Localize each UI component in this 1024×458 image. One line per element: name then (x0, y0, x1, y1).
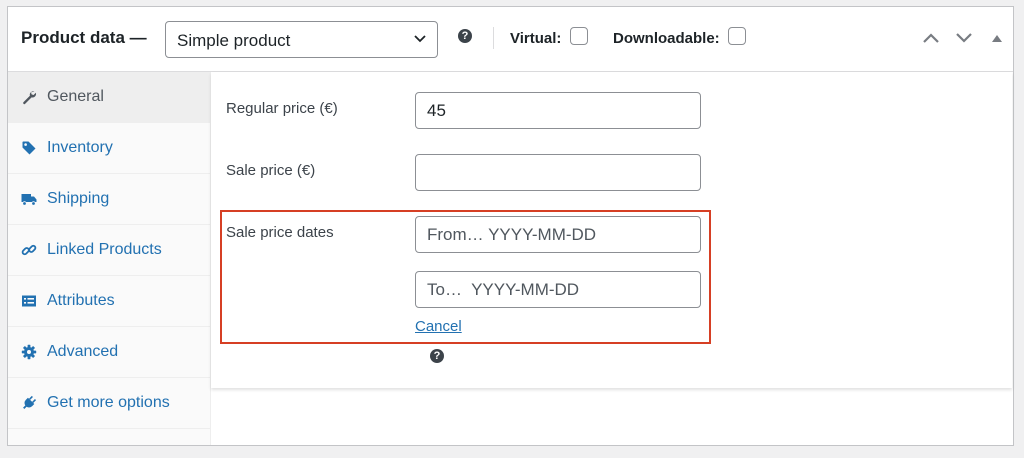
tab-general[interactable]: General (8, 72, 210, 123)
regular-price-input[interactable]: 45 (415, 92, 701, 129)
tab-label: Shipping (47, 190, 110, 207)
collapse-toggle-icon[interactable] (991, 33, 1003, 45)
sale-date-to-input[interactable]: To… YYYY-MM-DD (415, 271, 701, 308)
tab-label: Inventory (47, 139, 113, 156)
gear-icon (21, 344, 37, 360)
tab-inventory[interactable]: Inventory (8, 123, 210, 174)
move-up-icon[interactable] (922, 31, 940, 45)
tab-label: Linked Products (47, 241, 162, 258)
tab-advanced[interactable]: Advanced (8, 327, 210, 378)
panel-header: Product data — Simple product ? Virtual:… (8, 7, 1013, 72)
move-down-icon[interactable] (955, 31, 973, 45)
sale-price-input[interactable] (415, 154, 701, 191)
product-type-select[interactable]: Simple product (165, 21, 438, 58)
tab-shipping[interactable]: Shipping (8, 174, 210, 225)
regular-price-label: Regular price (€) (226, 100, 338, 117)
product-type-value: Simple product (177, 31, 291, 50)
virtual-label: Virtual: (510, 30, 562, 47)
sale-price-label: Sale price (€) (226, 162, 316, 179)
downloadable-label: Downloadable: (613, 30, 720, 47)
list-icon (22, 295, 36, 307)
sale-date-from-input[interactable]: From… YYYY-MM-DD (415, 216, 701, 253)
plug-icon (23, 395, 37, 409)
tab-linked-products[interactable]: Linked Products (8, 225, 210, 276)
product-data-tabs: General Inventory Shipping Linked Produc… (8, 72, 211, 445)
chevron-down-icon (414, 35, 426, 43)
help-icon[interactable]: ? (430, 349, 444, 363)
tab-attributes[interactable]: Attributes (8, 276, 210, 327)
help-icon[interactable]: ? (458, 29, 472, 43)
general-options-panel: Regular price (€) 45 Sale price (€) Sale… (211, 72, 1012, 388)
tab-label: Get more options (47, 394, 170, 411)
downloadable-checkbox[interactable] (728, 27, 746, 45)
sale-price-dates-label: Sale price dates (226, 224, 334, 241)
cancel-schedule-link[interactable]: Cancel (415, 318, 462, 335)
wrench-icon (23, 91, 37, 105)
tab-label: Attributes (47, 292, 115, 309)
tab-label: Advanced (47, 343, 119, 360)
panel-title: Product data — (21, 28, 147, 47)
header-divider (493, 27, 494, 49)
truck-icon (21, 194, 37, 206)
virtual-checkbox[interactable] (570, 27, 588, 45)
link-icon (21, 244, 37, 256)
tab-label: General (47, 88, 104, 105)
tab-get-more-options[interactable]: Get more options (8, 378, 210, 429)
tag-icon (22, 141, 36, 155)
product-data-panel: Product data — Simple product ? Virtual:… (7, 6, 1014, 446)
